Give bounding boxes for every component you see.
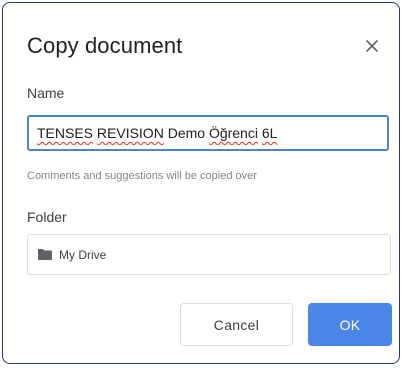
name-word-6l: 6L [261,125,278,141]
copy-hint: Comments and suggestions will be copied … [27,170,257,182]
dialog-title: Copy document [27,33,183,58]
name-word-revision: REVISION [96,125,164,141]
name-word-tenses: TENSES [37,125,94,141]
folder-value: My Drive [59,247,107,262]
name-label: Name [27,85,65,101]
folder-icon [38,249,52,260]
ok-button[interactable]: OK [308,303,392,346]
folder-label: Folder [27,209,67,225]
close-button[interactable] [357,31,387,61]
folder-selector[interactable]: My Drive [27,234,391,275]
name-word-demo: Demo [163,125,209,141]
cancel-button[interactable]: Cancel [180,303,293,346]
close-icon [366,40,378,52]
name-input[interactable]: TENSES REVISION Demo Öğrenci 6L [27,115,389,151]
name-word-ogrenci: Öğrenci [208,125,258,141]
copy-document-dialog: Copy document Name TENSES REVISION Demo … [2,2,400,364]
